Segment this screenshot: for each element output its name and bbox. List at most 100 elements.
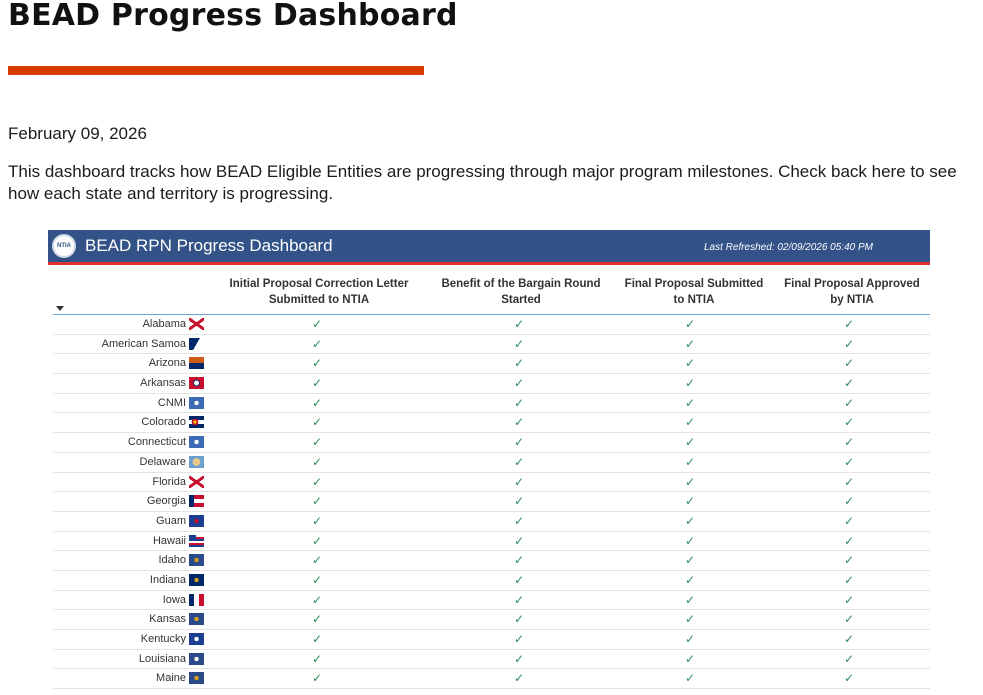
milestone-check-icon: ✓ [513,533,525,548]
flag-icon [189,672,204,685]
column-header-line: Benefit of the Bargain Round [441,278,601,290]
milestone-check-icon: ✓ [513,415,525,430]
flag-icon [189,593,204,606]
milestone-check-icon: ✓ [684,553,696,568]
milestone-check-icon: ✓ [311,513,323,528]
milestone-check-icon: ✓ [684,533,696,548]
milestone-check-icon: ✓ [684,612,696,627]
table-row[interactable]: Kentucky ✓ ✓ ✓ ✓ [53,630,930,650]
milestone-check-icon: ✓ [311,632,323,646]
milestone-check-icon: ✓ [843,494,855,509]
milestone-check-icon: ✓ [684,454,696,469]
table-row[interactable]: Maine ✓ ✓ ✓ ✓ [53,669,930,690]
milestone-check-icon: ✓ [684,336,696,351]
dashboard-embed: NTIA BEAD RPN Progress Dashboard Last Re… [48,230,930,695]
milestone-check-icon: ✓ [513,671,525,686]
milestone-check-icon: ✓ [311,376,323,391]
milestone-check-icon: ✓ [843,336,855,351]
milestone-check-icon: ✓ [843,592,855,607]
flag-icon [189,573,204,586]
column-header-correction-letter[interactable]: Initial Proposal Correction Letter Submi… [218,276,420,308]
sort-dropdown-icon[interactable] [56,306,64,311]
table-row[interactable]: Kansas ✓ ✓ ✓ ✓ [53,610,930,630]
dashboard-title: BEAD RPN Progress Dashboard [85,236,333,255]
milestone-check-icon: ✓ [311,454,323,469]
state-name: Arizona [148,357,186,370]
table-row[interactable]: Hawaii ✓ ✓ ✓ ✓ [53,532,930,552]
state-name: Alabama [142,318,186,330]
table-row[interactable]: Iowa ✓ ✓ ✓ ✓ [53,591,930,611]
milestone-check-icon: ✓ [513,572,525,587]
column-header-line: by NTIA [830,294,874,306]
milestone-check-icon: ✓ [843,513,855,528]
publish-date: February 09, 2026 [8,124,147,143]
column-header-line: Started [501,294,541,306]
milestone-check-icon: ✓ [513,454,525,469]
flag-icon [189,652,204,665]
flag-icon [189,377,204,390]
flag-icon [189,514,204,527]
table-row[interactable]: CNMI ✓ ✓ ✓ ✓ [53,394,930,414]
flag-icon [189,436,204,449]
milestone-check-icon: ✓ [843,376,855,391]
flag-icon [189,396,204,409]
table-row[interactable]: Florida ✓ ✓ ✓ ✓ [53,473,930,493]
milestone-check-icon: ✓ [311,474,323,489]
state-name: Indiana [149,573,186,586]
milestone-check-icon: ✓ [311,553,323,568]
flag-icon [189,337,204,350]
column-header-line: Final Proposal Submitted [624,278,764,290]
milestone-check-icon: ✓ [684,435,696,450]
milestone-check-icon: ✓ [311,415,323,430]
last-refreshed: Last Refreshed: 02/09/2026 05:40 PM [703,242,873,253]
milestone-check-icon: ✓ [843,671,855,686]
milestone-check-icon: ✓ [684,572,696,587]
milestone-check-icon: ✓ [513,632,525,646]
state-name: Delaware [139,455,186,468]
flag-icon [189,534,204,547]
milestone-check-icon: ✓ [311,395,323,410]
table-row[interactable]: Alabama ✓ ✓ ✓ ✓ [53,315,930,335]
table-row[interactable]: Indiana ✓ ✓ ✓ ✓ [53,571,930,591]
milestone-check-icon: ✓ [513,317,525,331]
state-name: Iowa [162,593,186,606]
table-row[interactable]: Guam ✓ ✓ ✓ ✓ [53,512,930,532]
column-header-bargain-round[interactable]: Benefit of the Bargain Round Started [428,276,614,308]
milestone-check-icon: ✓ [311,336,323,351]
milestone-check-icon: ✓ [684,395,696,410]
milestone-check-icon: ✓ [684,592,696,607]
flag-icon [189,613,204,626]
table-row[interactable]: Delaware ✓ ✓ ✓ ✓ [53,453,930,473]
ntia-logo-icon: NTIA [52,234,76,258]
state-name: Maine [156,672,186,685]
column-header-line: Initial Proposal Correction Letter [229,278,409,290]
milestone-check-icon: ✓ [513,376,525,391]
milestone-check-icon: ✓ [513,494,525,509]
milestone-check-icon: ✓ [513,513,525,528]
table-row[interactable]: Louisiana ✓ ✓ ✓ ✓ [53,650,930,670]
milestone-check-icon: ✓ [843,553,855,568]
table-row[interactable]: Georgia ✓ ✓ ✓ ✓ [53,492,930,512]
column-header-final-submitted[interactable]: Final Proposal Submitted to NTIA [614,276,774,308]
state-name: Louisiana [138,652,186,665]
table-row[interactable]: Colorado ✓ ✓ ✓ ✓ [53,413,930,434]
milestone-check-icon: ✓ [311,572,323,587]
table-row[interactable]: American Samoa ✓ ✓ ✓ ✓ [53,335,930,355]
flag-icon [189,455,204,468]
intro-text: This dashboard tracks how BEAD Eligible … [8,162,957,203]
table-row[interactable]: Arkansas ✓ ✓ ✓ ✓ [53,374,930,394]
state-name: CNMI [157,396,186,409]
milestone-check-icon: ✓ [513,474,525,489]
milestone-check-icon: ✓ [684,317,696,331]
state-name: Idaho [158,554,186,567]
table-row[interactable]: Idaho ✓ ✓ ✓ ✓ [53,551,930,571]
column-header-line: to NTIA [673,294,715,306]
milestone-check-icon: ✓ [843,317,855,331]
column-header-line: Submitted to NTIA [268,294,370,306]
column-header-final-approved[interactable]: Final Proposal Approved by NTIA [774,276,930,308]
milestone-check-icon: ✓ [684,474,696,489]
table-row[interactable]: Arizona ✓ ✓ ✓ ✓ [53,354,930,375]
milestone-check-icon: ✓ [684,651,696,666]
table-row[interactable]: Connecticut ✓ ✓ ✓ ✓ [53,433,930,453]
milestone-check-icon: ✓ [311,612,323,627]
